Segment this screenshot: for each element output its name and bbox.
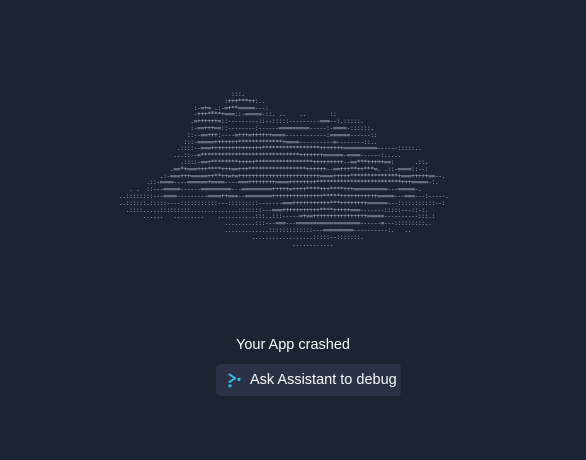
ask-assistant-debug-button[interactable]: Ask Assistant to debug <box>216 364 401 396</box>
crash-ascii-art: :::. :+++***++:.. :-=+=_.:-=+**=====---: <box>0 91 586 247</box>
ascii-art-line: ............ <box>0 239 333 248</box>
assistant-icon <box>227 372 241 388</box>
ask-assistant-debug-label: Ask Assistant to debug <box>250 372 397 388</box>
crash-title: Your App crashed <box>236 337 350 353</box>
crash-screen: :::. :+++***++:.. :-=+=_.:-=+**=====---: <box>0 0 586 460</box>
